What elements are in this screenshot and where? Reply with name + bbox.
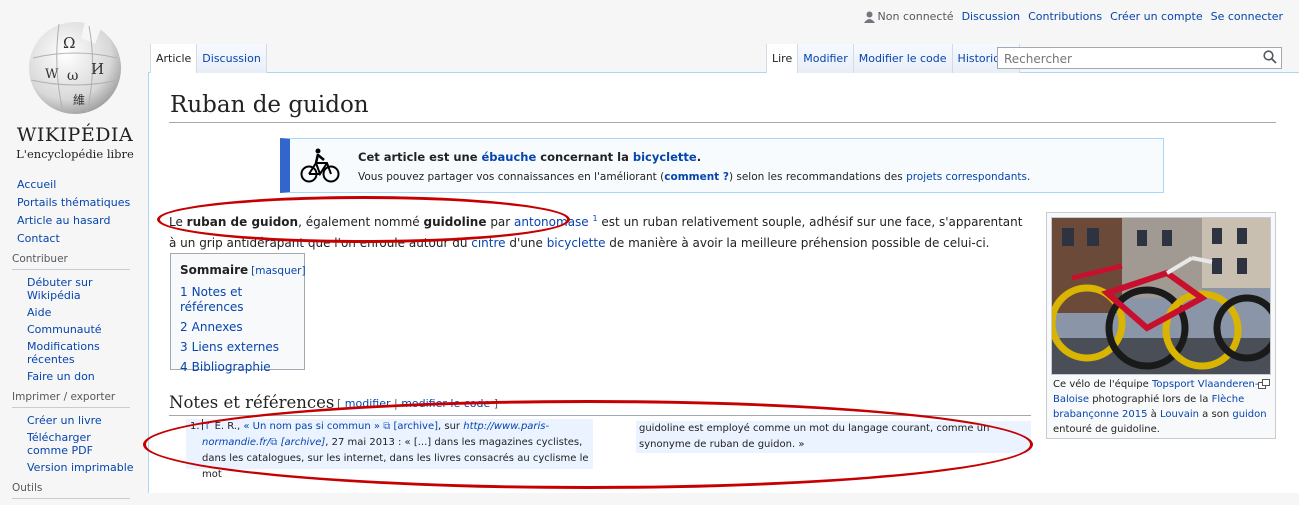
table-of-contents: Sommaire [masquer] 1 Notes et références 2… xyxy=(170,253,306,374)
sidebar-item-imprimable[interactable]: Version imprimable xyxy=(27,461,134,474)
personal-discussion-link[interactable]: Discussion xyxy=(962,10,1021,23)
sidebar-item-pdf[interactable]: Télécharger comme PDF xyxy=(27,431,93,457)
login-link[interactable]: Se connecter xyxy=(1211,10,1283,23)
portal-heading: Outils xyxy=(12,482,130,499)
bicycle-photo-image xyxy=(1052,218,1270,374)
search-box xyxy=(997,47,1282,69)
wikipedia-logo[interactable]: Ω И W ω 維 WIKIPÉDIA L'encyclopédie libre xyxy=(5,18,145,161)
main-navigation: Accueil Portails thématiques Article au … xyxy=(0,178,145,245)
logo-tagline: L'encyclopédie libre xyxy=(16,147,134,161)
tab-modifier-code[interactable]: Modifier le code xyxy=(852,44,952,73)
svg-text:W: W xyxy=(45,67,59,82)
stub-title: Cet article est une ébauche concernant l… xyxy=(358,150,702,164)
tab-lire[interactable]: Lire xyxy=(766,44,798,73)
tab-article[interactable]: Article xyxy=(150,44,197,73)
sidebar-item-don[interactable]: Faire un don xyxy=(27,370,95,383)
sidebar-item-communaute[interactable]: Communauté xyxy=(27,323,102,336)
sidebar-item-hasard[interactable]: Article au hasard xyxy=(17,214,111,227)
view-tabs: Lire Modifier Modifier le code Historiqu… xyxy=(766,44,1020,73)
sidebar-item-portails[interactable]: Portails thématiques xyxy=(17,196,130,209)
page-title: Ruban de guidon xyxy=(170,92,369,118)
title-divider xyxy=(169,122,1276,123)
annotation-ellipse xyxy=(157,196,570,243)
anon-status: Non connecté xyxy=(863,10,954,23)
svg-text:Ω: Ω xyxy=(63,34,75,52)
create-account-link[interactable]: Créer un compte xyxy=(1110,10,1203,23)
link-louvain[interactable]: Louvain xyxy=(1160,409,1199,420)
puzzle-globe-icon: Ω И W ω 維 xyxy=(29,22,121,114)
portal-imprimer: Imprimer / exporter Créer un livre Téléc… xyxy=(0,391,145,474)
personal-tools: Non connecté Discussion Contributions Cr… xyxy=(863,10,1283,23)
link-guidon[interactable]: guidon xyxy=(1232,409,1266,420)
portal-outils: Outils xyxy=(0,482,145,499)
tab-modifier[interactable]: Modifier xyxy=(797,44,853,73)
sidebar-item-creer-livre[interactable]: Créer un livre xyxy=(27,414,102,427)
thumbnail-caption: Ce vélo de l'équipe Topsport Vlaanderen-… xyxy=(1053,379,1267,435)
user-icon xyxy=(863,11,875,23)
stub-description: Vous pouvez partager vos connaissances e… xyxy=(358,171,1031,183)
stub-banner: Cet article est une ébauche concernant l… xyxy=(280,138,1164,193)
portal-heading: Imprimer / exporter xyxy=(12,391,130,408)
annotation-ellipse xyxy=(143,400,1033,489)
sidebar: Accueil Portails thématiques Article au … xyxy=(0,178,145,505)
toc-item[interactable]: 2 Annexes xyxy=(180,320,295,335)
namespace-tabs: Article Discussion xyxy=(150,44,267,73)
stub-link-projets[interactable]: projets correspondants xyxy=(906,171,1027,183)
portal-contribuer: Contribuer Débuter sur Wikipédia Aide Co… xyxy=(0,253,145,383)
logo-wordmark: WIKIPÉDIA xyxy=(16,124,134,146)
sidebar-item-accueil[interactable]: Accueil xyxy=(17,178,56,191)
link-bicyclette[interactable]: bicyclette xyxy=(547,236,606,250)
portal-heading: Contribuer xyxy=(12,253,130,270)
sidebar-item-modifications[interactable]: Modifications récentes xyxy=(27,340,100,366)
toc-item[interactable]: 3 Liens externes xyxy=(180,340,295,355)
personal-contributions-link[interactable]: Contributions xyxy=(1028,10,1102,23)
svg-text:維: 維 xyxy=(73,93,85,107)
sidebar-item-aide[interactable]: Aide xyxy=(27,306,51,319)
sidebar-item-debuter[interactable]: Débuter sur Wikipédia xyxy=(27,276,93,302)
anon-label: Non connecté xyxy=(877,10,954,23)
stub-link-comment[interactable]: comment ? xyxy=(664,171,729,183)
stub-link-ebauche[interactable]: ébauche xyxy=(482,150,537,164)
toc-title: Sommaire xyxy=(180,263,249,277)
stub-link-bicyclette[interactable]: bicyclette xyxy=(633,150,697,164)
toc-list: 1 Notes et références 2 Annexes 3 Liens ext… xyxy=(180,285,295,375)
bicycle-icon xyxy=(300,148,340,183)
image-thumbnail: Ce vélo de l'équipe Topsport Vlaanderen-… xyxy=(1046,212,1276,439)
toc-item[interactable]: 1 Notes et références xyxy=(180,285,295,315)
tab-discussion[interactable]: Discussion xyxy=(196,44,267,73)
toc-item[interactable]: 4 Bibliographie xyxy=(180,360,295,375)
svg-text:И: И xyxy=(91,60,104,78)
sidebar-item-contact[interactable]: Contact xyxy=(17,232,60,245)
svg-text:ω: ω xyxy=(67,68,78,84)
bicycle-photo[interactable] xyxy=(1051,217,1271,375)
search-input[interactable] xyxy=(1002,49,1261,69)
toc-toggle[interactable]: [masquer] xyxy=(251,265,305,277)
search-icon[interactable] xyxy=(1263,50,1277,64)
